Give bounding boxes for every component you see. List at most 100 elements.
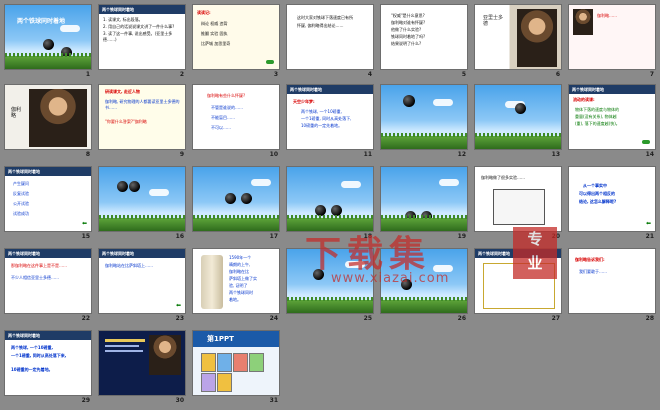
slide-29[interactable]: 两个铁球同时着地 两个铁球, 一个10磅重, 一个1磅重, 同时从高处落下来, … bbox=[4, 330, 92, 408]
slide-4-thumbnail[interactable]: 这时大家对铁球下落速度已有所 怀疑, 伽利略得出结论…… bbox=[286, 4, 374, 70]
slide-text-line: 可以得出两个相反的 bbox=[579, 191, 615, 196]
slide-7-thumbnail[interactable]: 伽利略…… bbox=[568, 4, 656, 70]
slide-19-thumbnail[interactable] bbox=[380, 166, 468, 232]
slide-17-thumbnail[interactable] bbox=[192, 166, 280, 232]
slide-26[interactable]: 26 bbox=[380, 248, 468, 326]
slide-8-thumbnail[interactable]: 伽利略 bbox=[4, 84, 92, 150]
slide-24-thumbnail[interactable]: 1590年一个 晴朗的上午, 伽利略在比 萨斜塔上做了实 验, 证明了 两个铁球… bbox=[192, 248, 280, 314]
slide-7[interactable]: 伽利略…… 7 bbox=[568, 4, 656, 82]
slide-30[interactable]: 30 bbox=[98, 330, 186, 408]
slide-grid: 两个铁球同时着地 1 两个铁球同时着地 1. 读课文, 标出段落。 2. 用自己… bbox=[4, 4, 656, 406]
slide-number: 13 bbox=[551, 151, 560, 158]
slide-2[interactable]: 两个铁球同时着地 1. 读课文, 标出段落。 2. 用自己的话说说课文讲了一件什… bbox=[98, 4, 186, 82]
slide-13-thumbnail[interactable] bbox=[474, 84, 562, 150]
slide-22[interactable]: 两个铁球同时着地 那伽利略在这件事上是不是…… 不少人相信亚里士多德…… 22 bbox=[4, 248, 92, 326]
slide-3-thumbnail[interactable]: 读读记: 辩论 权威 违背 推翻 实验 固执 比萨城 加思里奇 bbox=[192, 4, 280, 70]
slide-16-thumbnail[interactable] bbox=[98, 166, 186, 232]
slide-5[interactable]: "权威"是什么意思? 伽利略对谁有怀疑? 他做了什么实验? 铁球同时着地了吗? … bbox=[380, 4, 468, 82]
slide-number: 9 bbox=[179, 151, 184, 158]
slide-14-thumbnail[interactable]: 两个铁球同时着地 流动的读课: 物体下落的速度与物体的 重量(没有关系), 物体… bbox=[568, 84, 656, 150]
slide-text-line: 伽利略对谁有怀疑? bbox=[391, 20, 426, 25]
slide-text-line: 伽利略站在比萨斜塔上…… bbox=[105, 263, 153, 268]
slide-9-thumbnail[interactable]: 研读课文, 走近人物 伽利略, 研究物理的人都要读亚里士多德的书…… "你要什么… bbox=[98, 84, 186, 150]
slide-sorter-view: { "view": {"name": "slide sorter"}, "sli… bbox=[0, 0, 660, 410]
slide-27-thumbnail[interactable]: 两个铁球同时着地 bbox=[474, 248, 562, 314]
cloud bbox=[345, 261, 365, 268]
portrait-image bbox=[573, 9, 593, 35]
slide-text-line: 不可以…… bbox=[211, 125, 231, 130]
slide-29-thumbnail[interactable]: 两个铁球同时着地 两个铁球, 一个10磅重, 一个1磅重, 同时从高处落下来, … bbox=[4, 330, 92, 396]
slide-number: 30 bbox=[175, 397, 184, 404]
cloud bbox=[251, 179, 271, 186]
slide-15-thumbnail[interactable]: 两个铁球同时着地 产生疑问 反复试验 公开试验 试验成功 ⬅ bbox=[4, 166, 92, 232]
slide-23[interactable]: 两个铁球同时着地 伽利略站在比萨斜塔上…… ⬅ 23 bbox=[98, 248, 186, 326]
slide-text-line: 结果说明了什么? bbox=[391, 41, 422, 46]
slide-11[interactable]: 两个铁球同时着地 天空少年梦: 两个铁球, 一个10磅重, 一个1磅重, 同时从… bbox=[286, 84, 374, 162]
slide-4[interactable]: 这时大家对铁球下落速度已有所 怀疑, 伽利略得出结论…… 4 bbox=[286, 4, 374, 82]
slide-9[interactable]: 研读课文, 走近人物 伽利略, 研究物理的人都要读亚里士多德的书…… "你要什么… bbox=[98, 84, 186, 162]
slide-number: 12 bbox=[457, 151, 466, 158]
portrait-image bbox=[517, 9, 557, 67]
slide-number: 31 bbox=[269, 397, 278, 404]
slide-2-thumbnail[interactable]: 两个铁球同时着地 1. 读课文, 标出段落。 2. 用自己的话说说课文讲了一件什… bbox=[98, 4, 186, 70]
slide-28-thumbnail[interactable]: 伽利略告诉我们: 我们要敢于…… bbox=[568, 248, 656, 314]
slide-6[interactable]: 亚里士多德 6 bbox=[474, 4, 562, 82]
slide-text-line: 那伽利略在这件事上是不是…… bbox=[11, 263, 67, 268]
slide-1-thumbnail[interactable]: 两个铁球同时着地 bbox=[4, 4, 92, 70]
slide-5-thumbnail[interactable]: "权威"是什么意思? 伽利略对谁有怀疑? 他做了什么实验? 铁球同时着地了吗? … bbox=[380, 4, 468, 70]
slide-18-thumbnail[interactable] bbox=[286, 166, 374, 232]
cloud bbox=[433, 265, 453, 272]
slide-24[interactable]: 1590年一个 晴朗的上午, 伽利略在比 萨斜塔上做了实 验, 证明了 两个铁球… bbox=[192, 248, 280, 326]
slide-28[interactable]: 伽利略告诉我们: 我们要敢于…… 28 bbox=[568, 248, 656, 326]
slide-header-bar: 两个铁球同时着地 bbox=[5, 167, 91, 176]
slide-20[interactable]: 伽利略做了很多实验…… 20 bbox=[474, 166, 562, 244]
slide-17[interactable]: 17 bbox=[192, 166, 280, 244]
slide-21[interactable]: 从一个事实中 可以得出两个相反的 结论, 这怎么解释呢? ⬅ 21 bbox=[568, 166, 656, 244]
slide-15[interactable]: 两个铁球同时着地 产生疑问 反复试验 公开试验 试验成功 ⬅ 15 bbox=[4, 166, 92, 244]
slide-19[interactable]: 19 bbox=[380, 166, 468, 244]
slide-text-line: 3. 读了这一件事, 说出感受。(亚里士多德……) bbox=[103, 31, 173, 42]
slide-text-line: 一个1磅重, 同时从高处落下, bbox=[301, 116, 352, 121]
slide-text-line: 从一个事实中 bbox=[583, 183, 607, 188]
slide-25[interactable]: 25 bbox=[286, 248, 374, 326]
slide-20-thumbnail[interactable]: 伽利略做了很多实验…… bbox=[474, 166, 562, 232]
slide-text-line: 着地。 bbox=[229, 297, 241, 302]
slide-text-line: 验, 证明了 bbox=[229, 283, 248, 288]
slide-1[interactable]: 两个铁球同时着地 1 bbox=[4, 4, 92, 82]
slide-30-thumbnail[interactable] bbox=[98, 330, 186, 396]
grass bbox=[381, 215, 467, 231]
title-stripe bbox=[105, 339, 145, 342]
slide-number: 2 bbox=[179, 71, 184, 78]
slide-text-line: 晴朗的上午, bbox=[229, 262, 251, 267]
slide-1-title: 两个铁球同时着地 bbox=[17, 18, 66, 25]
slide-18[interactable]: 18 bbox=[286, 166, 374, 244]
slide-10[interactable]: 伽利略有些什么怀疑? 不管是谁说的…… 不能盲目…… 不可以…… 10 bbox=[192, 84, 280, 162]
slide-number: 6 bbox=[555, 71, 560, 78]
slide-16[interactable]: 16 bbox=[98, 166, 186, 244]
slide-3[interactable]: 读读记: 辩论 权威 违背 推翻 实验 固执 比萨城 加思里奇 3 bbox=[192, 4, 280, 82]
slide-27[interactable]: 两个铁球同时着地 27 bbox=[474, 248, 562, 326]
slide-text-line: 2. 用自己的话说说课文讲了一件什么事? bbox=[103, 24, 175, 29]
slide-10-thumbnail[interactable]: 伽利略有些什么怀疑? 不管是谁说的…… 不能盲目…… 不可以…… bbox=[192, 84, 280, 150]
slide-number: 25 bbox=[363, 315, 372, 322]
slide-number: 26 bbox=[457, 315, 466, 322]
slide-25-thumbnail[interactable] bbox=[286, 248, 374, 314]
slide-text-line: 比萨城 加思里奇 bbox=[201, 41, 231, 46]
slide-14[interactable]: 两个铁球同时着地 流动的读课: 物体下落的速度与物体的 重量(没有关系), 物体… bbox=[568, 84, 656, 162]
grass bbox=[381, 297, 467, 313]
slide-8[interactable]: 伽利略 8 bbox=[4, 84, 92, 162]
slide-31-thumbnail[interactable]: 第1PPT bbox=[192, 330, 280, 396]
slide-13[interactable]: 13 bbox=[474, 84, 562, 162]
slide-26-thumbnail[interactable] bbox=[380, 248, 468, 314]
book-icon bbox=[217, 353, 232, 372]
slide-number: 17 bbox=[269, 233, 278, 240]
slide-header-bar: 两个铁球同时着地 bbox=[569, 85, 655, 94]
slide-22-thumbnail[interactable]: 两个铁球同时着地 那伽利略在这件事上是不是…… 不少人相信亚里士多德…… bbox=[4, 248, 92, 314]
slide-23-thumbnail[interactable]: 两个铁球同时着地 伽利略站在比萨斜塔上…… ⬅ bbox=[98, 248, 186, 314]
slide-11-thumbnail[interactable]: 两个铁球同时着地 天空少年梦: 两个铁球, 一个10磅重, 一个1磅重, 同时从… bbox=[286, 84, 374, 150]
slide-31[interactable]: 第1PPT 31 bbox=[192, 330, 280, 408]
slide-6-thumbnail[interactable]: 亚里士多德 bbox=[474, 4, 562, 70]
slide-12-thumbnail[interactable] bbox=[380, 84, 468, 150]
slide-12[interactable]: 12 bbox=[380, 84, 468, 162]
slide-21-thumbnail[interactable]: 从一个事实中 可以得出两个相反的 结论, 这怎么解释呢? ⬅ bbox=[568, 166, 656, 232]
